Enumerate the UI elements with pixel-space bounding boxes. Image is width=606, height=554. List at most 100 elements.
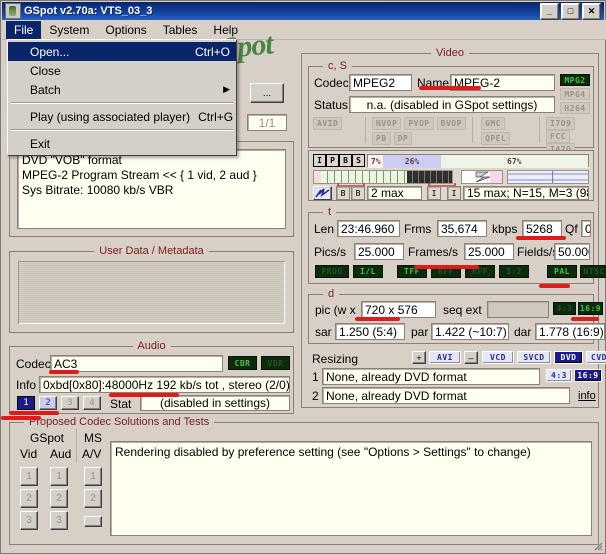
flag-i709: I7O9 bbox=[546, 117, 576, 130]
target-avi[interactable]: AVI bbox=[429, 351, 461, 364]
dar-field: 1.778 (16:9) bbox=[535, 323, 605, 340]
resize-ar-4-3[interactable]: 4:3 bbox=[546, 369, 572, 382]
app-icon bbox=[5, 3, 21, 19]
proposed-codec-panel: Proposed Codec Solutions and Tests GSpot… bbox=[9, 416, 599, 545]
video-status-label: Status bbox=[314, 98, 349, 112]
resizing-section: Resizing + AVI – VCD SVCD DVD CVD 1 None… bbox=[308, 350, 606, 404]
target-cvd[interactable]: CVD bbox=[586, 351, 606, 364]
vid-slot-1[interactable]: 1 bbox=[20, 467, 38, 486]
dim-badge-4-3: 4:3 bbox=[553, 302, 576, 315]
bitrate-graph bbox=[507, 170, 589, 184]
annotation-underline-bottom bbox=[1, 416, 41, 420]
file-position-field: 1/1 bbox=[247, 114, 287, 131]
proposed-message: Rendering disabled by preference setting… bbox=[110, 441, 592, 536]
dist-i-pct: 7% bbox=[368, 155, 384, 168]
resize-ar-16-9[interactable]: 16:9 bbox=[574, 369, 602, 382]
resize-grip[interactable] bbox=[591, 539, 603, 551]
video-flag-grid: AVID NVOP PVOP BVOP PB DP GMC QPEL I7O9 … bbox=[313, 117, 591, 184]
audio-info-label: Info bbox=[16, 378, 37, 392]
menu-options[interactable]: Options bbox=[97, 21, 154, 39]
len-field: 23:46.960 bbox=[337, 220, 400, 237]
badge-ntsc: NTSC bbox=[580, 265, 606, 278]
qf-field: 0.508 bbox=[581, 220, 591, 237]
window-controls: _ □ ✕ bbox=[540, 2, 601, 20]
proposed-title: Proposed Codec Solutions and Tests bbox=[24, 416, 215, 428]
audio-stream-2[interactable]: 2 bbox=[39, 396, 57, 410]
kbps-field: 5268 bbox=[522, 220, 562, 237]
window-title: GSpot v2.70a: VTS_03_3 bbox=[24, 5, 153, 17]
video-mpg4-badge: MPG4 bbox=[560, 88, 590, 100]
menu-item-exit-label: Exit bbox=[30, 136, 51, 151]
aud-slot-2[interactable]: 2 bbox=[50, 489, 68, 508]
frame-type-p: P bbox=[326, 154, 339, 167]
audio-stream-3: 3 bbox=[61, 396, 79, 410]
col-vid-label: Vid bbox=[20, 447, 38, 461]
browse-button[interactable]: ... bbox=[250, 83, 284, 103]
menu-item-play[interactable]: Play (using associated player) Ctrl+G bbox=[8, 107, 236, 126]
menu-system[interactable]: System bbox=[41, 21, 97, 39]
menu-item-play-accel: Ctrl+G bbox=[198, 109, 234, 124]
maximize-button[interactable]: □ bbox=[561, 2, 580, 20]
seq-ext-field bbox=[487, 301, 549, 318]
col-gspot-label: GSpot bbox=[30, 431, 65, 445]
resize-add-button[interactable]: + bbox=[412, 351, 426, 364]
aud-slot-3[interactable]: 3 bbox=[50, 511, 68, 530]
dist-b-pct: 67% bbox=[440, 155, 588, 168]
audio-cbr-badge: CBR bbox=[228, 356, 257, 370]
video-codec-field[interactable]: MPEG2 bbox=[349, 74, 412, 91]
minimize-button[interactable]: _ bbox=[540, 2, 559, 20]
flag-fcc: FCC bbox=[546, 130, 570, 143]
flag-pb: PB bbox=[372, 132, 391, 145]
audio-codec-label: Codec bbox=[16, 357, 51, 371]
annotation-underline-aspect bbox=[571, 317, 599, 321]
annotation-underline-picsize bbox=[355, 317, 400, 321]
gop-structure-field: 15 max; N=15, M=3 (98%) bbox=[463, 186, 589, 200]
badge-pal: PAL bbox=[547, 265, 577, 278]
annotation-underline-audio-bitrate bbox=[109, 393, 179, 397]
annotation-underline-kbps bbox=[516, 236, 566, 240]
gop-graph-button[interactable] bbox=[313, 186, 332, 200]
pic-label: pic (w x bbox=[315, 303, 356, 317]
video-codec-label: Codec bbox=[314, 76, 349, 90]
close-button[interactable]: ✕ bbox=[582, 2, 601, 20]
video-panel: Video c, S Codec MPEG2 Name MPEG-2 MPG2 … bbox=[301, 47, 606, 408]
menu-item-play-label: Play (using associated player) bbox=[30, 109, 191, 124]
frames-field: 25.000 bbox=[464, 243, 514, 260]
menu-item-batch[interactable]: Batch ▶ bbox=[8, 80, 236, 99]
resizing-label: Resizing bbox=[312, 352, 359, 366]
av-slot-2[interactable]: 2 bbox=[84, 489, 102, 508]
target-dvd[interactable]: DVD bbox=[554, 351, 583, 364]
gop-panel: I P B S 7% 26% 67% B B 2 max I I 15 max;… bbox=[308, 150, 594, 201]
av-slot-3[interactable] bbox=[84, 516, 102, 527]
video-mpg2-badge: MPG2 bbox=[560, 74, 590, 86]
video-d-label: d bbox=[323, 288, 340, 300]
audio-stream-4: 4 bbox=[83, 396, 101, 410]
dim-badge-16-9: 16:9 bbox=[578, 302, 603, 315]
menu-item-close[interactable]: Close bbox=[8, 61, 236, 80]
av-slot-1[interactable]: 1 bbox=[84, 467, 102, 486]
resize-row-1-field: None, already DVD format bbox=[322, 368, 540, 385]
aud-slot-1[interactable]: 1 bbox=[50, 467, 68, 486]
resize-remove-button[interactable]: – bbox=[464, 351, 478, 364]
menu-item-batch-label: Batch bbox=[30, 82, 61, 97]
frame-distribution-bar: 7% 26% 67% bbox=[367, 154, 589, 168]
frame-type-s: S bbox=[352, 154, 365, 167]
audio-vbr-badge: VBR bbox=[261, 356, 290, 370]
vid-slot-2[interactable]: 2 bbox=[20, 489, 38, 508]
resize-info-link[interactable]: info bbox=[578, 390, 596, 402]
menu-bar: File System Options Tables Help bbox=[2, 20, 606, 40]
pic-field: 720 x 576 bbox=[361, 301, 436, 318]
target-vcd[interactable]: VCD bbox=[482, 351, 514, 364]
vid-slot-3[interactable]: 3 bbox=[20, 511, 38, 530]
menu-help[interactable]: Help bbox=[205, 21, 246, 39]
i-marker-left: I bbox=[427, 186, 441, 200]
menu-tables[interactable]: Tables bbox=[155, 21, 206, 39]
audio-title: Audio bbox=[132, 340, 171, 352]
audio-panel: Audio Codec AC3 CBR VBR Info 0xbd[0x80]:… bbox=[9, 340, 294, 414]
menu-item-open[interactable]: Open... Ctrl+O bbox=[8, 42, 236, 61]
audio-stream-1[interactable]: 1 bbox=[17, 396, 35, 410]
menu-item-exit[interactable]: Exit bbox=[8, 134, 236, 153]
audio-stat-label: Stat bbox=[110, 397, 132, 411]
menu-file[interactable]: File bbox=[6, 20, 42, 39]
target-svcd[interactable]: SVCD bbox=[517, 351, 551, 364]
